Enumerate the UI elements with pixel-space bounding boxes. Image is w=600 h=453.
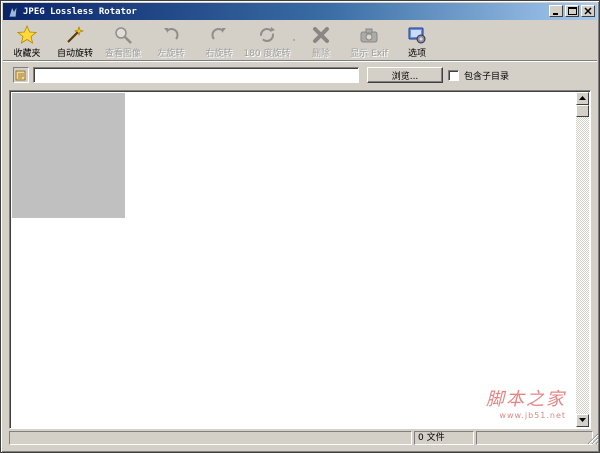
title-bar[interactable]: JPEG Lossless Rotator [3, 3, 597, 20]
include-subdirectories-label: 包含子目录 [464, 71, 510, 82]
app-icon [6, 5, 20, 19]
folder-button[interactable] [13, 67, 29, 83]
auto-rotate-button[interactable]: 自动旋转 [51, 23, 99, 59]
rotate-right-label: 右旋转 [205, 49, 233, 59]
window-title: JPEG Lossless Rotator [23, 6, 137, 17]
vertical-scrollbar[interactable] [576, 92, 589, 427]
app-window: JPEG Lossless Rotator 收藏夹 自动旋转 查看图像 左旋转 … [0, 0, 600, 453]
include-subdirectories-checkbox[interactable] [448, 69, 459, 81]
rotate-180-icon [255, 25, 279, 45]
options-label: 选项 [407, 49, 426, 59]
folder-icon [15, 70, 26, 81]
camera-icon [357, 25, 381, 45]
close-button[interactable] [581, 5, 595, 17]
watermark-text: 脚本之家 [486, 389, 566, 410]
window-controls [547, 5, 595, 17]
arrow-down-icon [579, 418, 586, 422]
scroll-down-button[interactable] [576, 414, 589, 427]
star-icon [15, 25, 39, 45]
folder-path-input[interactable] [33, 67, 359, 83]
thumbnail-view[interactable]: 脚本之家 www.jb51.net [9, 90, 591, 429]
show-exif-button[interactable]: 显示 Exif [345, 23, 393, 59]
rotate-left-label: 左旋转 [157, 49, 185, 59]
view-image-label: 查看图像 [104, 49, 141, 59]
rotate-right-icon [207, 25, 231, 45]
favorites-button[interactable]: 收藏夹 [3, 23, 51, 59]
magnifier-icon [111, 25, 135, 45]
close-icon [584, 7, 592, 15]
status-bar: 0 文件 [9, 431, 599, 445]
options-icon [405, 25, 429, 45]
watermark-url: www.jb51.net [499, 411, 566, 420]
rotate-180-button[interactable]: 180 度旋转 [243, 23, 291, 59]
include-subdirectories-option[interactable]: 包含子目录 [448, 69, 509, 82]
scroll-up-button[interactable] [576, 92, 589, 105]
scroll-thumb[interactable] [576, 105, 589, 117]
options-button[interactable]: 选项 [393, 23, 441, 59]
view-image-button[interactable]: 查看图像 [99, 23, 147, 59]
minimize-button[interactable] [549, 5, 563, 17]
maximize-icon [567, 7, 577, 15]
delete-x-icon [309, 25, 333, 45]
rotate-left-button[interactable]: 左旋转 [147, 23, 195, 59]
status-panel-main [9, 431, 412, 445]
rotate-right-button[interactable]: 右旋转 [195, 23, 243, 59]
status-file-count: 0 文件 [414, 431, 474, 445]
minimize-icon [553, 13, 558, 15]
maximize-button[interactable] [565, 5, 579, 17]
address-bar: 浏览... 包含子目录 [3, 64, 597, 86]
magic-wand-icon [63, 25, 87, 45]
status-panel-extra [476, 431, 593, 445]
show-exif-label: 显示 Exif [350, 49, 388, 59]
delete-button[interactable]: 删除 [297, 23, 345, 59]
rotate-180-label: 180 度旋转 [243, 49, 291, 59]
thumbnail-placeholder [12, 93, 125, 218]
rotate-left-icon [159, 25, 183, 45]
toolbar: 收藏夹 自动旋转 查看图像 左旋转 右旋转 180 度旋转 · 删除 显示 Ex… [3, 23, 597, 61]
auto-rotate-label: 自动旋转 [56, 49, 93, 59]
resize-grip-icon[interactable] [587, 433, 599, 445]
browse-button[interactable]: 浏览... [367, 67, 443, 83]
arrow-up-icon [579, 96, 586, 100]
watermark: 脚本之家 www.jb51.net [486, 385, 566, 420]
delete-label: 删除 [311, 49, 330, 59]
favorites-label: 收藏夹 [13, 49, 41, 59]
